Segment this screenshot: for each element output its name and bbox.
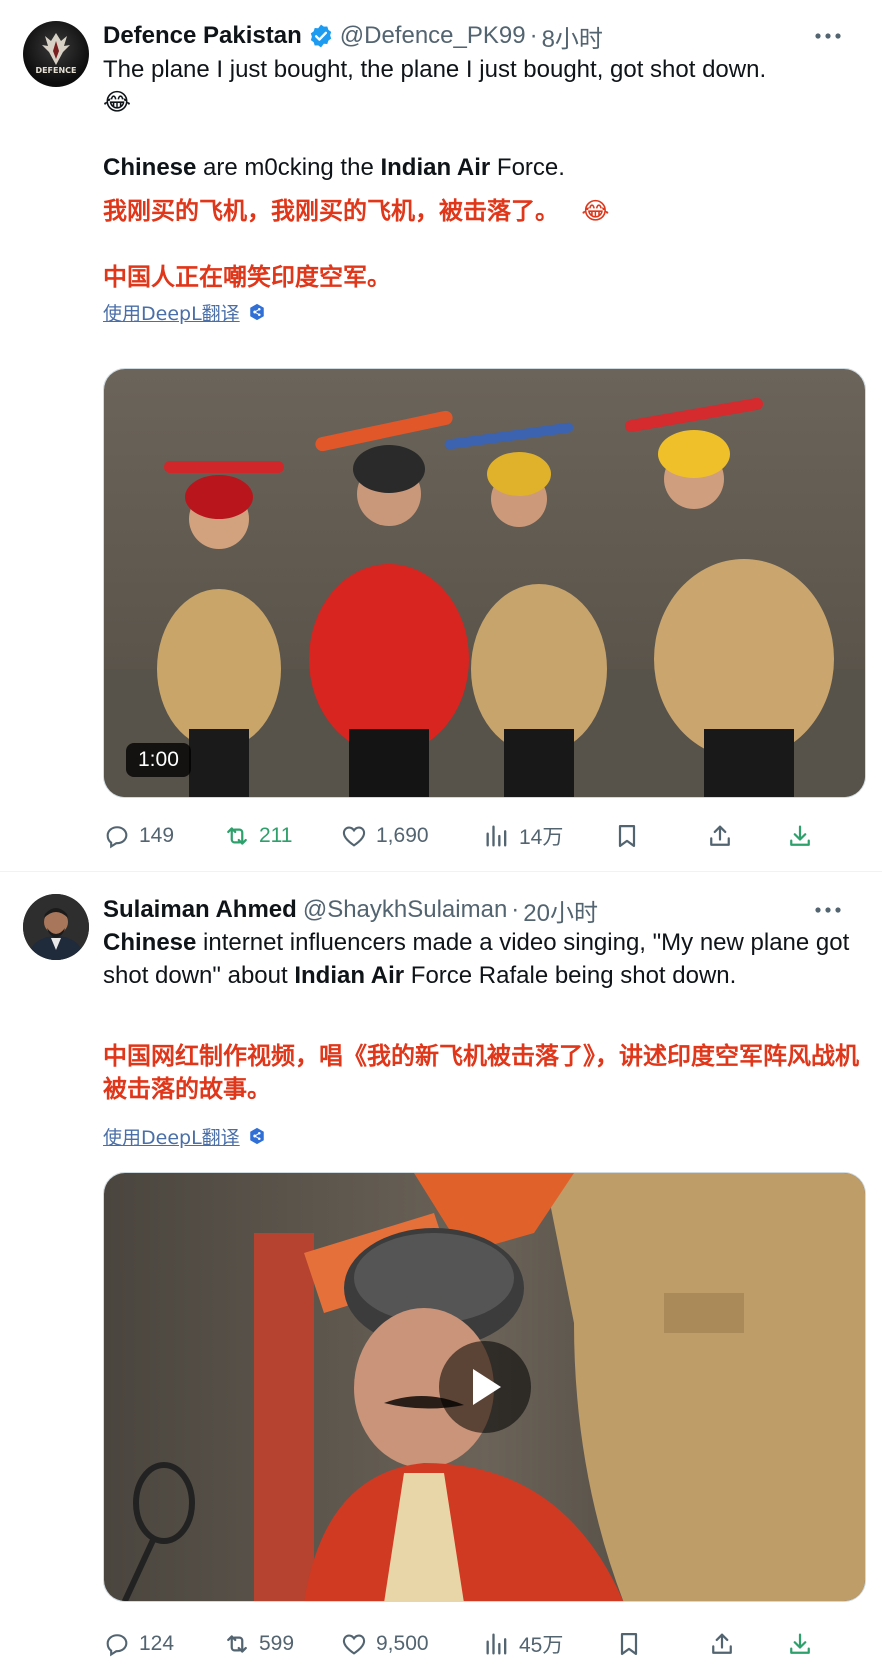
video-frame-image [104, 369, 865, 797]
tweet-time[interactable]: 8小时 [542, 19, 603, 54]
translate-badge-icon [249, 303, 264, 321]
translate-link[interactable]: 使用DeepL翻译 [103, 297, 266, 327]
tweet-card[interactable]: DEFENCE Defence Pakistan @Defence_PK99 ·… [0, 0, 882, 872]
retweet-count: 211 [259, 824, 293, 847]
tweet-text: The plane I just bought, the plane I jus… [103, 53, 863, 119]
zh-line: 我刚买的飞机，我刚买的飞机，被击落了。 [103, 197, 559, 225]
author-name[interactable]: Sulaiman Ahmed [103, 896, 297, 924]
text-bold: Chinese [103, 154, 197, 181]
video-thumbnail[interactable] [103, 1172, 866, 1602]
tweet-text-line: The plane I just bought, the plane I jus… [103, 56, 767, 83]
retweet-button[interactable]: 599 [223, 1624, 294, 1664]
avatar[interactable]: DEFENCE [23, 21, 89, 87]
reply-button[interactable]: 124 [103, 1624, 174, 1664]
tweet-translation-zh: 中国网红制作视频，唱《我的新飞机被击落了》，讲述印度空军阵风战机被击落的故事。 [103, 1042, 859, 1103]
author-handle[interactable]: @Defence_PK99 [340, 22, 526, 50]
like-button[interactable]: 1,690 [340, 816, 429, 856]
views-count: 45万 [519, 1634, 564, 1657]
more-icon[interactable] [812, 894, 844, 926]
download-button[interactable] [786, 816, 814, 856]
share-button[interactable] [706, 816, 734, 856]
reply-icon [106, 826, 128, 849]
tweet-translation-zh-2: 中国人正在嘲笑印度空军。 [103, 263, 391, 291]
text-normal: Force. [490, 154, 565, 181]
reply-count: 124 [139, 1632, 175, 1655]
share-button[interactable] [708, 1624, 736, 1664]
reply-button[interactable]: 149 [103, 816, 174, 856]
bookmark-icon [620, 1632, 638, 1656]
views-icon [486, 825, 507, 847]
play-icon [472, 1369, 501, 1405]
views-button[interactable]: 45万 [483, 1624, 563, 1664]
text-normal: are m0cking the [196, 154, 381, 181]
video-thumbnail[interactable]: 1:00 [103, 368, 866, 798]
download-icon [790, 1633, 810, 1654]
retweet-icon [227, 827, 247, 845]
like-count: 1,690 [376, 824, 429, 847]
avatar-text: DEFENCE [35, 66, 76, 75]
video-duration: 1:00 [126, 743, 191, 777]
share-icon [710, 825, 730, 846]
author-name[interactable]: Defence Pakistan [103, 22, 302, 50]
tweet-text: Chinese internet influencers made a vide… [103, 926, 863, 992]
text-normal: Force Rafale being shot down. [404, 962, 737, 989]
translate-link[interactable]: 使用DeepL翻译 [103, 1121, 266, 1151]
more-icon[interactable] [812, 20, 844, 52]
translate-badge-icon [249, 1127, 264, 1145]
download-button[interactable] [786, 1624, 814, 1664]
tweet-header: Sulaiman Ahmed @ShaykhSulaiman · 20小时 [103, 893, 862, 928]
views-button[interactable]: 14万 [483, 816, 563, 856]
views-count: 14万 [519, 826, 564, 849]
share-icon [712, 1633, 732, 1654]
emoji-laugh: 😂 [581, 197, 610, 225]
avatar[interactable] [23, 894, 89, 960]
avatar-photo-icon [23, 894, 89, 960]
author-handle[interactable]: @ShaykhSulaiman [303, 896, 507, 924]
retweet-button[interactable]: 211 [223, 816, 292, 856]
reply-count: 149 [139, 824, 175, 847]
emoji-laugh: 😂 [103, 88, 132, 116]
views-icon [486, 1633, 507, 1655]
tweet-actions: 149 211 1,690 14万 [103, 816, 873, 856]
separator-dot: · [529, 22, 538, 49]
like-button[interactable]: 9,500 [340, 1624, 429, 1664]
verified-badge-icon [310, 24, 331, 48]
text-bold: Indian Air [294, 962, 405, 989]
text-bold: Chinese [103, 929, 197, 956]
play-button[interactable] [438, 1341, 531, 1433]
bookmark-icon [618, 824, 636, 848]
tweet-time[interactable]: 20小时 [523, 893, 598, 928]
retweet-count: 599 [259, 1632, 295, 1655]
like-icon [342, 1634, 366, 1655]
retweet-icon [227, 1635, 247, 1653]
reply-icon [106, 1634, 128, 1657]
bookmark-button[interactable] [613, 816, 641, 856]
tweet-actions: 124 599 9,500 45万 [103, 1624, 873, 1664]
separator-dot: · [511, 896, 520, 923]
tweet-card[interactable]: Sulaiman Ahmed @ShaykhSulaiman · 20小时 Ch… [0, 872, 882, 1668]
bookmark-button[interactable] [615, 1624, 643, 1664]
tweet-header: Defence Pakistan @Defence_PK99 · 8小时 [103, 19, 862, 54]
tweet-translation-zh: 我刚买的飞机，我刚买的飞机，被击落了。 😂 [103, 195, 863, 228]
translate-label: 使用DeepL翻译 [103, 302, 240, 325]
download-icon [790, 825, 810, 846]
like-count: 9,500 [376, 1632, 429, 1655]
avatar-logo-icon: DEFENCE [35, 33, 77, 75]
text-bold: Indian Air [380, 154, 491, 181]
tweet-text-2: Chinese are m0cking the Indian Air Force… [103, 151, 863, 184]
like-icon [342, 826, 366, 847]
translate-label: 使用DeepL翻译 [103, 1126, 240, 1149]
